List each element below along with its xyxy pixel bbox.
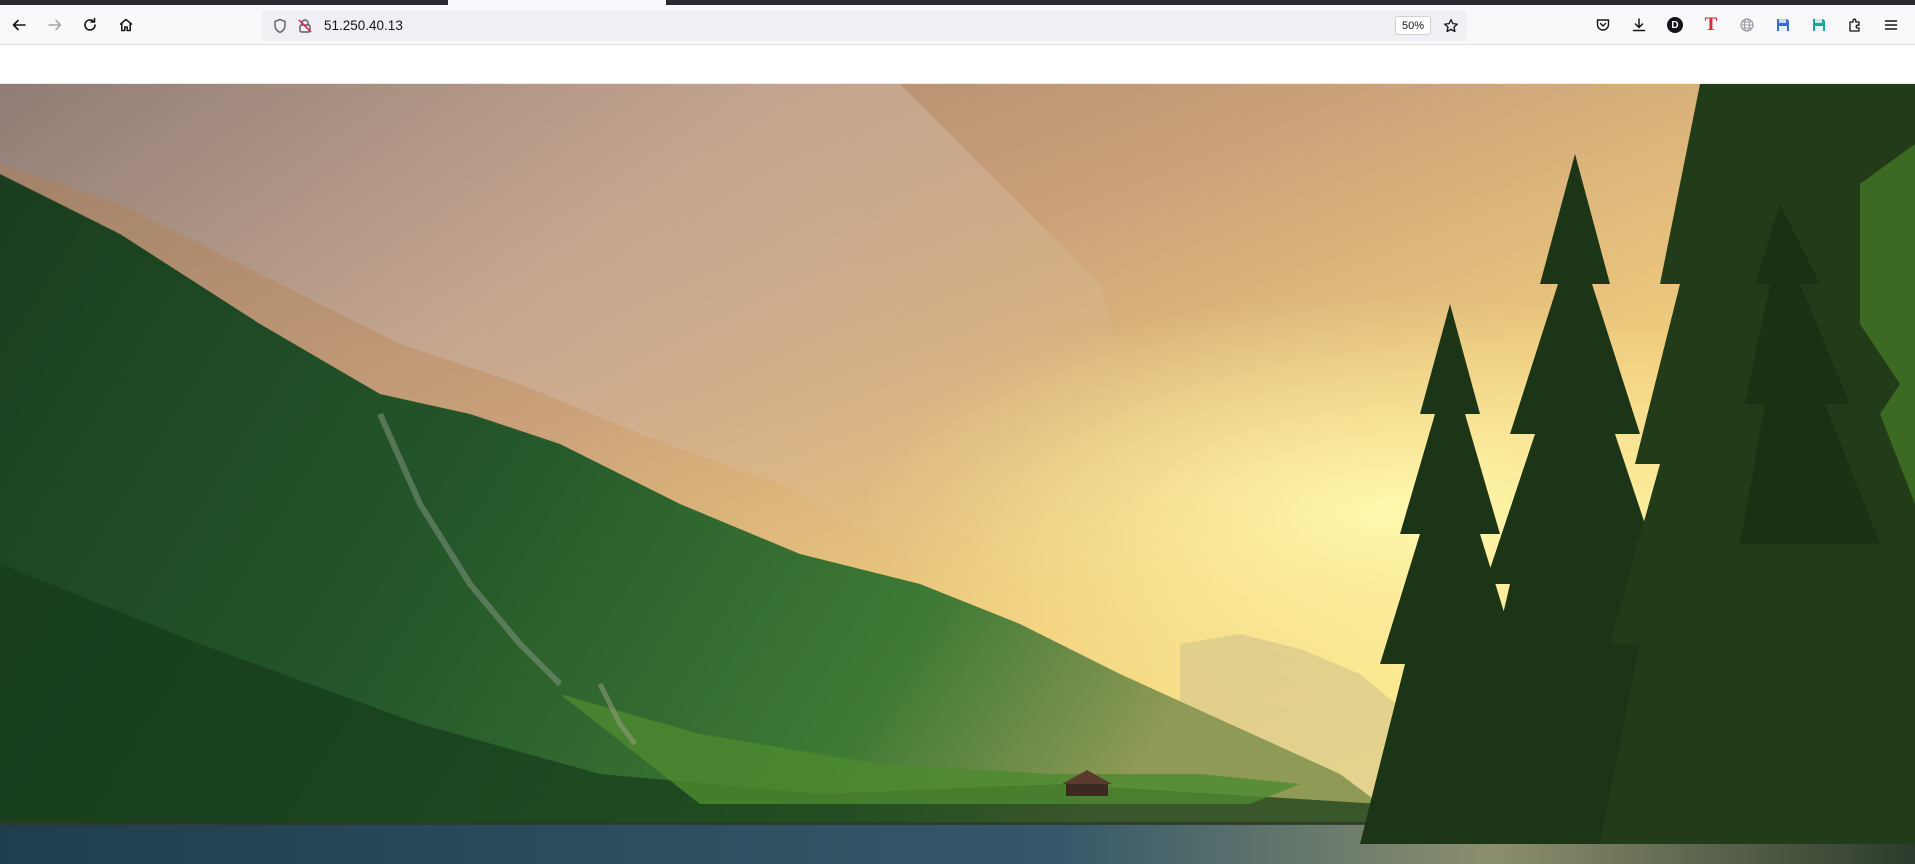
shield-icon[interactable] xyxy=(272,18,288,34)
extensions-button[interactable] xyxy=(1841,11,1869,39)
save-teal-icon xyxy=(1813,19,1825,31)
bookmark-star-button[interactable] xyxy=(1441,16,1461,36)
back-button[interactable] xyxy=(5,11,33,39)
globe-extension-button[interactable] xyxy=(1733,11,1761,39)
save-blue-icon xyxy=(1777,19,1789,31)
zoom-level-badge[interactable]: 50% xyxy=(1394,16,1431,35)
forward-button[interactable] xyxy=(41,11,69,39)
arrow-right-icon xyxy=(48,19,62,31)
t-extension-icon: T xyxy=(1704,14,1718,35)
downloads-button[interactable] xyxy=(1625,11,1653,39)
app-menu-button[interactable] xyxy=(1877,11,1905,39)
t-extension-button[interactable]: T xyxy=(1697,11,1725,39)
pocket-icon xyxy=(1596,19,1610,31)
extensions-puzzle-icon xyxy=(1849,18,1860,32)
home-button[interactable] xyxy=(112,11,140,39)
save-page-button[interactable] xyxy=(1805,11,1833,39)
page-top-blank-strip xyxy=(0,45,1915,84)
url-text[interactable]: 51.250.40.13 xyxy=(324,18,403,34)
insecure-lock-icon[interactable] xyxy=(297,18,313,34)
star-icon xyxy=(1444,18,1458,33)
reload-button[interactable] xyxy=(76,11,104,39)
reload-icon xyxy=(84,17,96,31)
hero-image xyxy=(0,84,1915,864)
download-icon xyxy=(1632,18,1646,32)
hamburger-menu-icon xyxy=(1884,20,1898,30)
account-d-icon: D xyxy=(1667,17,1683,33)
browser-toolbar: 51.250.40.13 50% D T xyxy=(0,5,1915,45)
globe-icon xyxy=(1740,18,1754,32)
save-extension-button[interactable] xyxy=(1769,11,1797,39)
home-icon xyxy=(119,18,133,32)
url-bar[interactable]: 51.250.40.13 50% xyxy=(262,11,1467,41)
mountain-lake-landscape xyxy=(0,84,1915,864)
pocket-button[interactable] xyxy=(1589,11,1617,39)
arrow-left-icon xyxy=(12,19,26,31)
account-button[interactable]: D xyxy=(1661,11,1689,39)
